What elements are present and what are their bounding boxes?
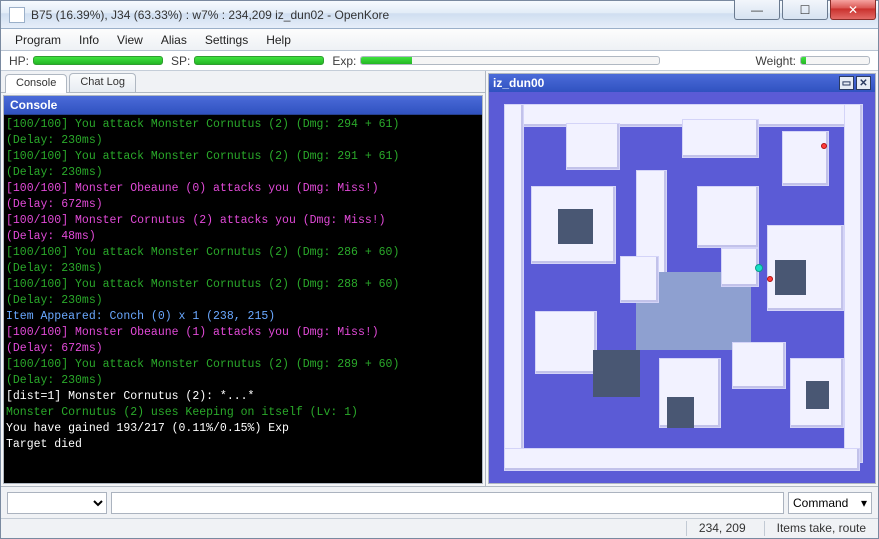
- command-type-dropdown[interactable]: Command ▾: [788, 492, 872, 514]
- console-line: (Delay: 48ms): [6, 229, 480, 245]
- exp-bar: [360, 56, 660, 65]
- console-line: (Delay: 672ms): [6, 197, 480, 213]
- map-minimize-icon[interactable]: ▭: [839, 76, 854, 90]
- console-line: [dist=1] Monster Cornutus (2): *...*: [6, 389, 480, 405]
- window-title: B75 (16.39%), J34 (63.33%) : w7% : 234,2…: [31, 8, 734, 22]
- menu-alias[interactable]: Alias: [153, 31, 195, 49]
- console-line: (Delay: 230ms): [6, 373, 480, 389]
- exp-label: Exp:: [332, 54, 356, 68]
- console-line: [100/100] You attack Monster Cornutus (2…: [6, 149, 480, 165]
- menu-settings[interactable]: Settings: [197, 31, 256, 49]
- menubar: Program Info View Alias Settings Help: [1, 29, 878, 51]
- console-line: [100/100] Monster Obeaune (0) attacks yo…: [6, 181, 480, 197]
- history-dropdown[interactable]: [7, 492, 107, 514]
- enemy-marker: [767, 276, 773, 282]
- weight-bar: [800, 56, 870, 65]
- command-row: Command ▾: [1, 486, 878, 518]
- console-line: (Delay: 230ms): [6, 261, 480, 277]
- sp-label: SP:: [171, 54, 190, 68]
- console-line: (Delay: 672ms): [6, 341, 480, 357]
- menu-view[interactable]: View: [109, 31, 151, 49]
- console-tabstrip: Console Chat Log: [1, 71, 485, 93]
- console-line: Monster Cornutus (2) uses Keeping on its…: [6, 405, 480, 421]
- map-canvas[interactable]: [489, 92, 875, 483]
- console-line: [100/100] You attack Monster Cornutus (2…: [6, 117, 480, 133]
- command-input[interactable]: [111, 492, 784, 514]
- statusbar: 234, 209 Items take, route: [1, 518, 878, 538]
- console-line: Item Appeared: Conch (0) x 1 (238, 215): [6, 309, 480, 325]
- map-panel: iz_dun00 ▭ ✕: [488, 73, 876, 484]
- sp-bar: [194, 56, 324, 65]
- close-button[interactable]: ✕: [830, 0, 876, 20]
- enemy-marker: [821, 143, 827, 149]
- window-titlebar: B75 (16.39%), J34 (63.33%) : w7% : 234,2…: [1, 1, 878, 29]
- console-line: (Delay: 230ms): [6, 293, 480, 309]
- map-title: iz_dun00: [493, 76, 544, 90]
- tab-chatlog[interactable]: Chat Log: [69, 73, 136, 92]
- console-panel: Console [100/100] You attack Monster Cor…: [3, 95, 483, 484]
- console-line: [100/100] Monster Cornutus (2) attacks y…: [6, 213, 480, 229]
- console-line: (Delay: 230ms): [6, 165, 480, 181]
- menu-help[interactable]: Help: [258, 31, 299, 49]
- console-title: Console: [4, 96, 482, 115]
- hp-bar: [33, 56, 163, 65]
- stat-row: HP: SP: Exp: Weight:: [1, 51, 878, 71]
- weight-label: Weight:: [756, 54, 796, 68]
- maximize-button[interactable]: ☐: [782, 0, 828, 20]
- status-coords: 234, 209: [686, 521, 746, 536]
- app-icon: [9, 7, 25, 23]
- player-marker: [755, 264, 763, 272]
- command-type-label: Command: [793, 496, 848, 510]
- minimize-button[interactable]: —: [734, 0, 780, 20]
- console-line: (Delay: 230ms): [6, 133, 480, 149]
- map-close-icon[interactable]: ✕: [856, 76, 871, 90]
- status-msg: Items take, route: [764, 521, 866, 536]
- hp-label: HP:: [9, 54, 29, 68]
- console-line: [100/100] Monster Obeaune (1) attacks yo…: [6, 325, 480, 341]
- console-line: [100/100] You attack Monster Cornutus (2…: [6, 357, 480, 373]
- tab-console[interactable]: Console: [5, 74, 67, 93]
- console-line: You have gained 193/217 (0.11%/0.15%) Ex…: [6, 421, 480, 437]
- console-line: [100/100] You attack Monster Cornutus (2…: [6, 245, 480, 261]
- console-body[interactable]: [100/100] You attack Monster Cornutus (2…: [4, 115, 482, 483]
- console-line: Target died: [6, 437, 480, 453]
- chevron-down-icon: ▾: [861, 496, 867, 510]
- console-line: [100/100] You attack Monster Cornutus (2…: [6, 277, 480, 293]
- menu-info[interactable]: Info: [71, 31, 107, 49]
- menu-program[interactable]: Program: [7, 31, 69, 49]
